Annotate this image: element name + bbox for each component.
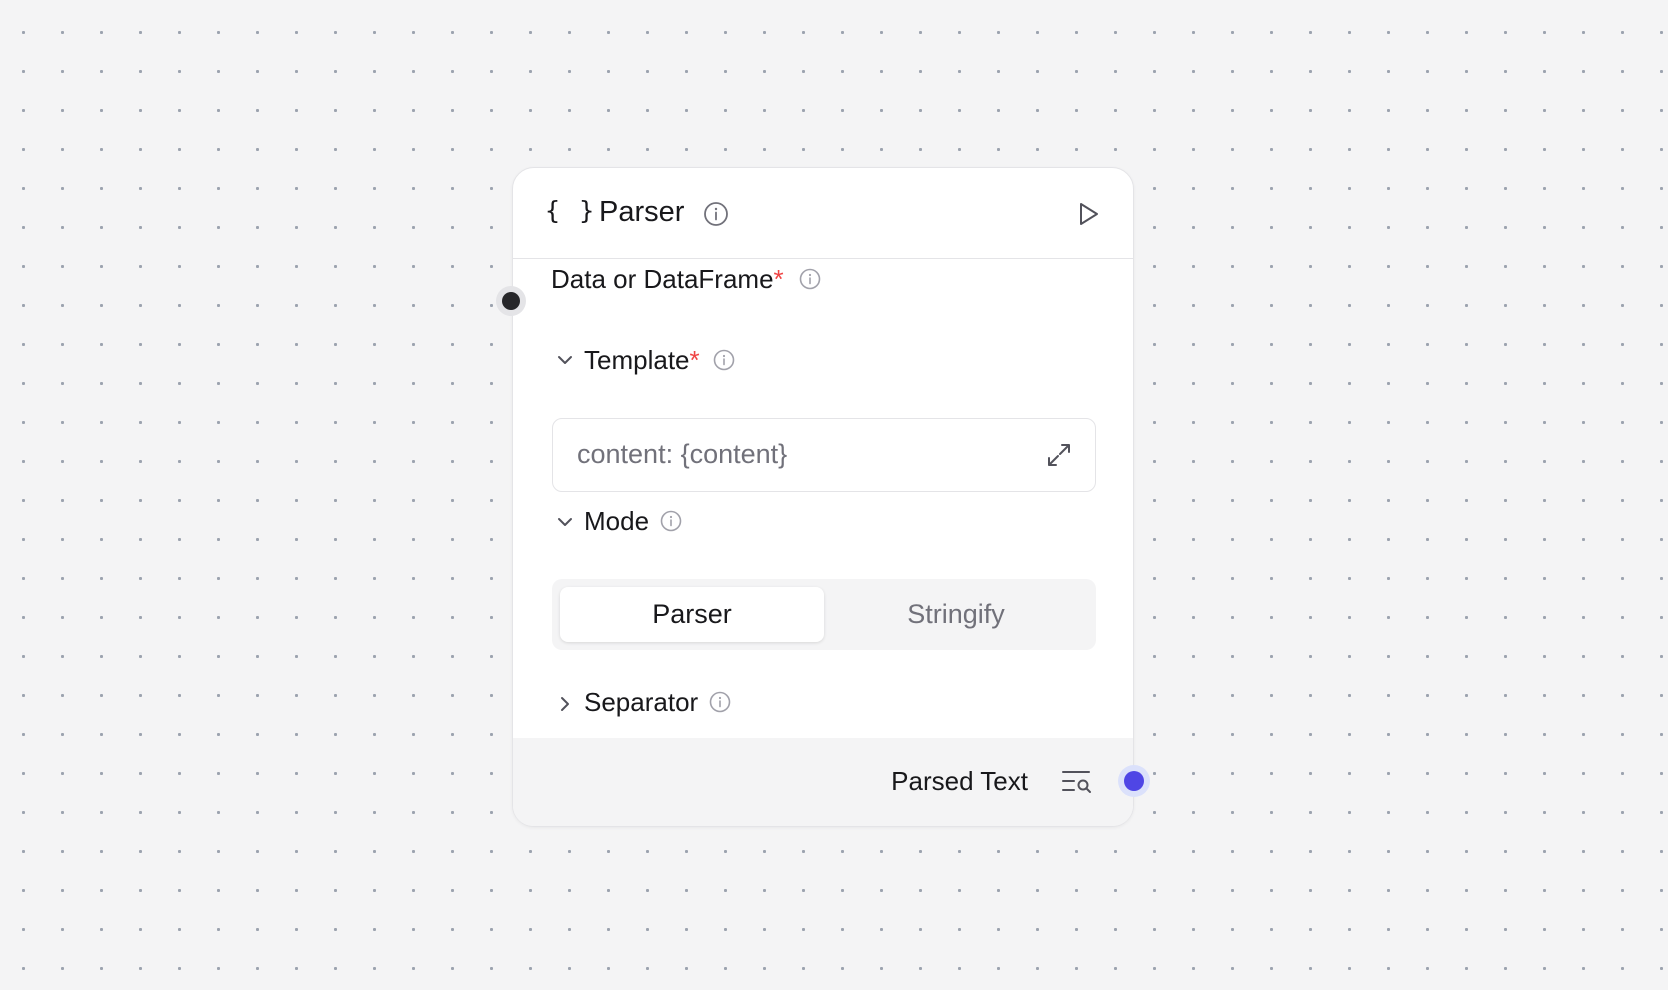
field-label-mode[interactable]: Mode xyxy=(584,506,682,539)
chevron-right-icon[interactable] xyxy=(555,694,575,714)
parser-node[interactable]: { } Parser Data or DataFrame* Template* xyxy=(496,167,1150,827)
template-value: content: {content} xyxy=(577,439,788,469)
input-handle-data[interactable] xyxy=(496,286,526,316)
required-marker: * xyxy=(689,345,700,375)
curly-braces-icon: { } xyxy=(545,196,597,225)
play-icon xyxy=(1080,203,1098,225)
separator-label-text: Separator xyxy=(584,687,699,717)
template-label-text: Template xyxy=(584,345,690,375)
run-component-button[interactable] xyxy=(1073,199,1103,229)
field-label-data: Data or DataFrame* xyxy=(551,264,821,297)
data-label-text: Data or DataFrame xyxy=(551,264,774,294)
node-header: { } Parser xyxy=(513,168,1133,259)
info-icon[interactable] xyxy=(660,508,682,539)
flow-canvas[interactable]: { } Parser Data or DataFrame* Template* xyxy=(0,0,1668,990)
field-label-separator[interactable]: Separator xyxy=(584,687,731,720)
required-marker: * xyxy=(773,264,784,294)
node-footer: Parsed Text xyxy=(513,738,1150,826)
info-icon[interactable] xyxy=(713,347,735,378)
output-handle-parsed-text[interactable] xyxy=(1118,765,1150,797)
expand-icon[interactable] xyxy=(1045,441,1073,469)
list-search-icon xyxy=(1062,771,1091,793)
info-icon[interactable] xyxy=(703,201,729,232)
chevron-down-icon[interactable] xyxy=(555,350,575,370)
mode-option-stringify[interactable]: Stringify xyxy=(824,587,1088,642)
template-input[interactable]: content: {content} xyxy=(552,418,1096,492)
node-title: Parser xyxy=(599,196,685,228)
chevron-down-icon[interactable] xyxy=(555,512,575,532)
info-icon[interactable] xyxy=(799,266,821,297)
mode-label-text: Mode xyxy=(584,506,650,536)
field-label-template[interactable]: Template* xyxy=(584,345,735,378)
mode-option-parser[interactable]: Parser xyxy=(560,587,824,642)
output-label: Parsed Text xyxy=(891,766,1028,796)
inspect-output-button[interactable] xyxy=(1061,768,1093,796)
info-icon[interactable] xyxy=(709,689,731,720)
mode-toggle: Parser Stringify xyxy=(552,579,1096,650)
